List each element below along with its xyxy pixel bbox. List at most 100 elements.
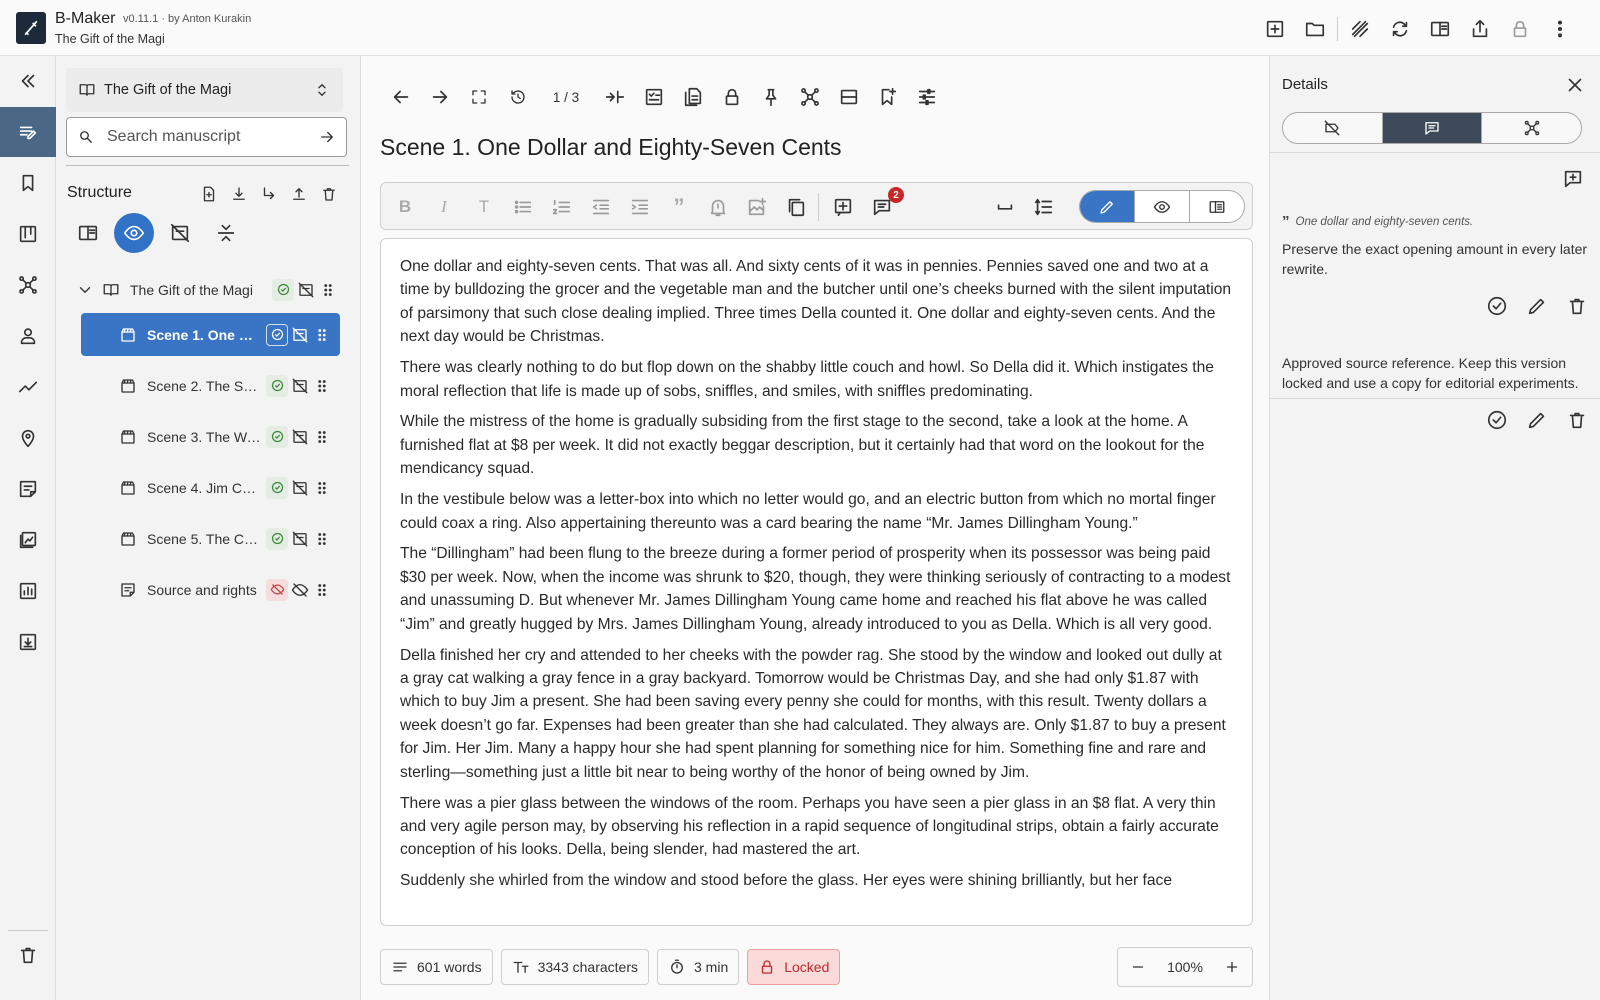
- status-badge[interactable]: [266, 578, 288, 601]
- book-select[interactable]: The Gift of the Magi: [66, 68, 343, 112]
- toggle-collapse-all[interactable]: [206, 213, 246, 253]
- tree-item-scene-2[interactable]: Scene 2. The Sacrifice: [81, 364, 340, 407]
- insert-image-button[interactable]: [742, 192, 772, 222]
- rail-stats[interactable]: [0, 566, 56, 616]
- copy-button[interactable]: [781, 192, 811, 222]
- drag-handle[interactable]: [312, 528, 332, 550]
- lock-button[interactable]: [1500, 14, 1540, 44]
- close-details-button[interactable]: [1562, 72, 1588, 98]
- new-document-button[interactable]: [1255, 14, 1295, 44]
- import-button[interactable]: [224, 180, 254, 208]
- merge-button[interactable]: [595, 82, 634, 112]
- tab-info[interactable]: [1283, 113, 1383, 143]
- toggle-split-view[interactable]: [68, 213, 108, 253]
- outdent-button[interactable]: [586, 192, 616, 222]
- rail-characters[interactable]: [0, 311, 56, 361]
- preview-mode-button[interactable]: [1135, 191, 1190, 222]
- forward-button[interactable]: [420, 82, 459, 112]
- tree-item-scene-4[interactable]: Scene 4. Jim Comes Home: [81, 466, 340, 509]
- graph-button[interactable]: [790, 82, 829, 112]
- rail-locations[interactable]: [0, 413, 56, 463]
- italic-button[interactable]: I: [429, 192, 459, 222]
- delete-item-button[interactable]: [314, 180, 344, 208]
- checklist-button[interactable]: [634, 82, 673, 112]
- copy-document-button[interactable]: [673, 82, 712, 112]
- pattern-button[interactable]: [1340, 14, 1380, 44]
- line-spacing-button[interactable]: [1029, 192, 1059, 222]
- rail-graph[interactable]: [0, 260, 56, 310]
- status-badge[interactable]: [266, 323, 288, 346]
- search-input[interactable]: [107, 128, 318, 146]
- tree-item-source-and-rights[interactable]: Source and rights: [81, 568, 340, 611]
- upload-button[interactable]: [284, 180, 314, 208]
- rail-notes[interactable]: [0, 464, 56, 514]
- zoom-out-button[interactable]: [1126, 955, 1150, 979]
- comments-button[interactable]: 2: [867, 187, 904, 222]
- tab-comments[interactable]: [1382, 113, 1483, 143]
- nonbreaking-space-button[interactable]: [990, 192, 1020, 222]
- rail-board[interactable]: [0, 209, 56, 259]
- hide-button[interactable]: [296, 279, 316, 301]
- arrow-forward-icon[interactable]: [318, 128, 336, 146]
- add-bookmark-button[interactable]: [868, 82, 907, 112]
- resolve-comment-button[interactable]: [1484, 293, 1510, 319]
- toggle-hidden-scenes[interactable]: [160, 213, 200, 253]
- locked-chip[interactable]: Locked: [747, 949, 841, 985]
- drag-handle[interactable]: [312, 324, 332, 346]
- pin-button[interactable]: [751, 82, 790, 112]
- hide-button[interactable]: [290, 528, 310, 550]
- hide-button[interactable]: [290, 426, 310, 448]
- history-button[interactable]: [498, 82, 537, 112]
- tree-item-scene-1[interactable]: Scene 1. One Dollar and Eighty-Seven Cen…: [81, 313, 340, 356]
- indent-button[interactable]: [625, 192, 655, 222]
- numbered-list-button[interactable]: [547, 192, 577, 222]
- delete-comment-button[interactable]: [1564, 293, 1590, 319]
- edit-comment-button[interactable]: [1524, 407, 1550, 433]
- hide-button[interactable]: [290, 477, 310, 499]
- rail-publish[interactable]: [0, 617, 56, 667]
- toggle-visibility[interactable]: [114, 213, 154, 253]
- hide-button[interactable]: [290, 324, 310, 346]
- status-badge[interactable]: [272, 278, 294, 301]
- tree-item-book[interactable]: The Gift of the Magi: [76, 268, 346, 311]
- drag-handle[interactable]: [318, 279, 338, 301]
- move-button[interactable]: [254, 180, 284, 208]
- status-badge[interactable]: [266, 425, 288, 448]
- fullscreen-button[interactable]: [459, 82, 498, 112]
- tree-item-scene-3[interactable]: Scene 3. The Watch: [81, 415, 340, 458]
- status-badge[interactable]: [266, 374, 288, 397]
- status-badge[interactable]: [266, 527, 288, 550]
- rail-manuscript[interactable]: [0, 107, 56, 157]
- split-mode-button[interactable]: [1190, 191, 1244, 222]
- sync-button[interactable]: [1380, 14, 1420, 44]
- edit-mode-button[interactable]: [1080, 191, 1135, 222]
- tree-item-scene-5[interactable]: Scene 5. The Crowning Gifts: [81, 517, 340, 560]
- edit-comment-button[interactable]: [1524, 293, 1550, 319]
- rail-timeline[interactable]: [0, 362, 56, 412]
- text-style-button[interactable]: T: [469, 192, 499, 222]
- reminder-button[interactable]: [703, 192, 733, 222]
- bullet-list-button[interactable]: [508, 192, 538, 222]
- manuscript-editor[interactable]: One dollar and eighty-seven cents. That …: [380, 238, 1253, 926]
- visibility-button[interactable]: [290, 579, 310, 601]
- rail-gallery[interactable]: [0, 515, 56, 565]
- drag-handle[interactable]: [312, 579, 332, 601]
- status-badge[interactable]: [266, 476, 288, 499]
- hide-button[interactable]: [290, 375, 310, 397]
- rail-trash[interactable]: [0, 930, 56, 980]
- add-comment-button[interactable]: [1560, 166, 1586, 192]
- rail-bookmarks[interactable]: [0, 158, 56, 208]
- collapse-sidebar-button[interactable]: [0, 56, 56, 106]
- delete-comment-button[interactable]: [1564, 407, 1590, 433]
- open-folder-button[interactable]: [1295, 14, 1335, 44]
- lock-scene-button[interactable]: [712, 82, 751, 112]
- drag-handle[interactable]: [312, 477, 332, 499]
- add-comment-button[interactable]: [828, 192, 858, 222]
- bold-button[interactable]: B: [390, 192, 420, 222]
- tab-links[interactable]: [1482, 113, 1581, 143]
- drag-handle[interactable]: [312, 426, 332, 448]
- split-view-button[interactable]: [1420, 14, 1460, 44]
- more-menu-button[interactable]: [1540, 14, 1580, 44]
- split-scene-button[interactable]: [829, 82, 868, 112]
- quote-button[interactable]: ”: [664, 192, 694, 222]
